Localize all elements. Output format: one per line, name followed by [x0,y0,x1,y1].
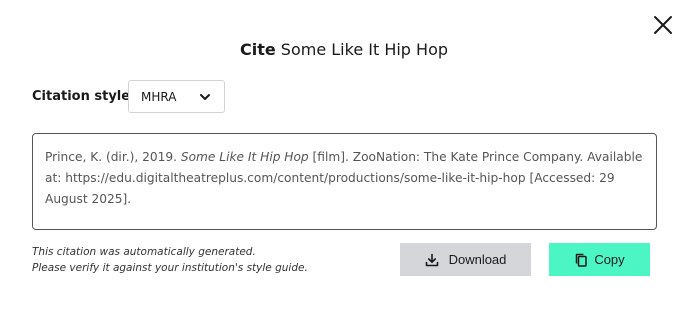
auto-generated-notice: This citation was automatically generate… [32,244,308,276]
citation-style-value: MHRA [141,89,177,104]
dialog-title-prefix: Cite [239,40,276,59]
chevron-down-icon [200,93,210,100]
download-button[interactable]: Download [400,243,531,276]
copy-button[interactable]: Copy [549,243,650,276]
copy-label: Copy [594,252,625,267]
download-label: Download [448,252,507,267]
notice-line-1: This citation was automatically generate… [32,246,256,258]
copy-icon [576,253,588,267]
notice-line-2: Please verify it against your institutio… [32,262,308,274]
citation-work-title: Some Like It Hip Hop [180,150,309,164]
download-icon [425,253,438,266]
dialog-title-work: Some Like It Hip Hop [280,40,449,59]
dialog-title: Cite Some Like It Hip Hop [0,40,688,59]
close-icon [654,16,672,34]
citation-text-box[interactable]: Prince, K. (dir.), 2019. Some Like It Hi… [32,133,657,230]
citation-style-label: Citation style: [32,89,136,104]
close-button[interactable] [648,10,678,40]
citation-text-before: Prince, K. (dir.), 2019. [45,150,181,164]
citation-style-select[interactable]: MHRA [128,80,225,113]
